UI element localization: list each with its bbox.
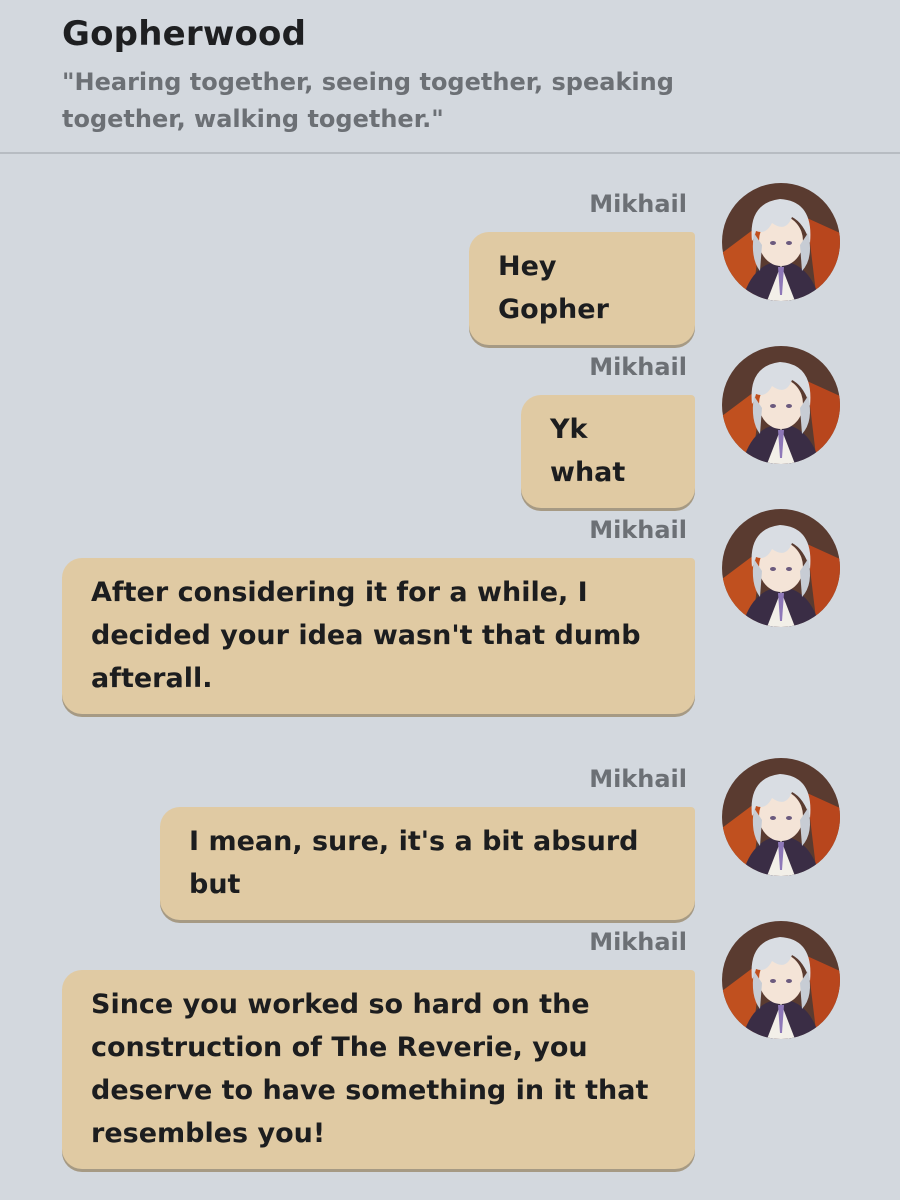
avatar-portrait-icon: [722, 509, 840, 627]
mikhail-avatar[interactable]: [722, 509, 840, 627]
message-item: Mikhail Yk what: [521, 351, 695, 508]
message-bubble[interactable]: Hey Gopher: [469, 232, 695, 345]
chat-subtitle: "Hearing together, seeing together, spea…: [62, 68, 674, 133]
message-sender: Mikhail: [589, 928, 687, 956]
message-sender: Mikhail: [589, 516, 687, 544]
message-item: Mikhail After considering it for a while…: [62, 514, 695, 714]
message-sender: Mikhail: [589, 353, 687, 381]
message-item: Mikhail Hey Gopher: [469, 188, 695, 345]
message-bubble[interactable]: Yk what: [521, 395, 695, 508]
mikhail-avatar[interactable]: [722, 183, 840, 301]
message-item: Mikhail I mean, sure, it's a bit absurd …: [160, 763, 695, 920]
avatar-portrait-icon: [722, 921, 840, 1039]
chat-title: Gopherwood: [62, 14, 307, 54]
message-bubble[interactable]: After considering it for a while, I deci…: [62, 558, 695, 714]
message-feed[interactable]: Mikhail Hey Gopher Mikhail Yk what Mikha…: [0, 155, 900, 1200]
message-bubble[interactable]: Since you worked so hard on the construc…: [62, 970, 695, 1169]
mikhail-avatar[interactable]: [722, 758, 840, 876]
message-sender: Mikhail: [589, 190, 687, 218]
message-item: Mikhail Since you worked so hard on the …: [62, 926, 695, 1169]
avatar-portrait-icon: [722, 758, 840, 876]
avatar-portrait-icon: [722, 346, 840, 464]
message-bubble[interactable]: I mean, sure, it's a bit absurd but: [160, 807, 695, 920]
mikhail-avatar[interactable]: [722, 346, 840, 464]
avatar-portrait-icon: [722, 183, 840, 301]
mikhail-avatar[interactable]: [722, 921, 840, 1039]
message-sender: Mikhail: [589, 765, 687, 793]
chat-header: Gopherwood "Hearing together, seeing tog…: [0, 0, 900, 154]
